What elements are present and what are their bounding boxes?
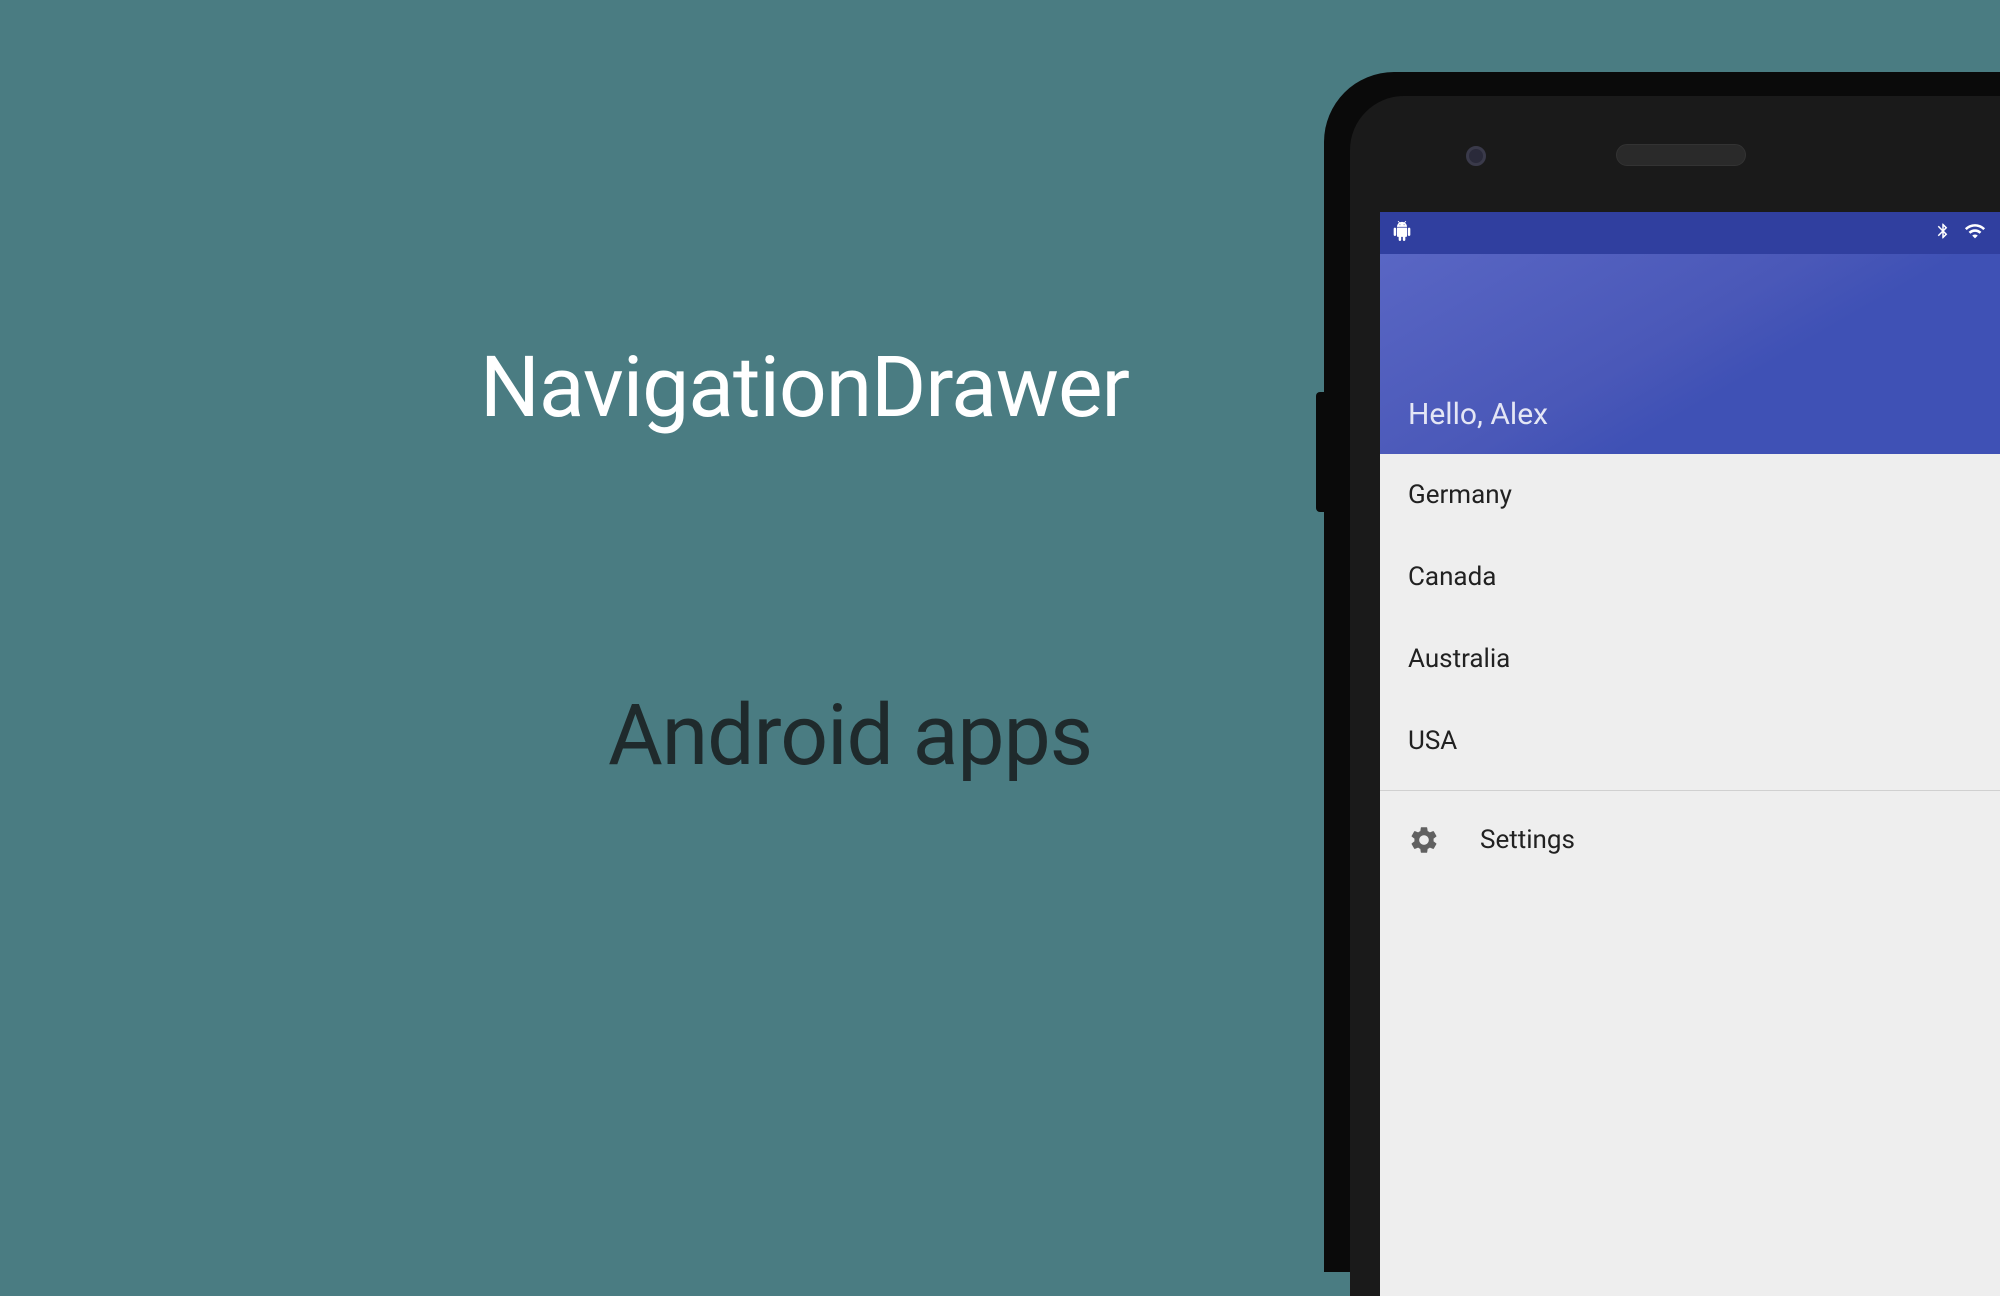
bluetooth-icon: [1934, 220, 1952, 246]
drawer-greeting: Hello, Alex: [1408, 397, 1548, 432]
drawer-item-australia[interactable]: Australia: [1380, 618, 2000, 700]
front-camera: [1466, 146, 1486, 166]
drawer-item-canada[interactable]: Canada: [1380, 536, 2000, 618]
page-subtitle: Android apps: [608, 686, 1092, 785]
drawer-item-settings[interactable]: Settings: [1380, 799, 2000, 881]
drawer-header: Hello, Alex: [1380, 254, 2000, 454]
status-bar: [1380, 212, 2000, 254]
power-button: [1316, 392, 1324, 512]
drawer-item-label: Germany: [1408, 480, 1512, 510]
drawer-item-label: Settings: [1480, 825, 1575, 855]
drawer-body: Germany Canada Australia USA Settings: [1380, 454, 2000, 881]
page-title: NavigationDrawer: [480, 338, 1129, 437]
android-debug-icon: [1392, 220, 1412, 246]
gear-icon: [1408, 824, 1480, 856]
drawer-item-label: Australia: [1408, 644, 1510, 674]
drawer-item-usa[interactable]: USA: [1380, 700, 2000, 782]
phone-screen: Hello, Alex Germany Canada Australia USA: [1380, 212, 2000, 1296]
drawer-item-label: Canada: [1408, 562, 1496, 592]
drawer-item-germany[interactable]: Germany: [1380, 454, 2000, 536]
wifi-icon: [1962, 220, 1988, 246]
phone-device-frame: Hello, Alex Germany Canada Australia USA: [1324, 72, 2000, 1272]
phone-inner-bezel: Hello, Alex Germany Canada Australia USA: [1350, 96, 2000, 1296]
drawer-item-label: USA: [1408, 726, 1457, 756]
earpiece-speaker: [1616, 144, 1746, 166]
divider: [1380, 790, 2000, 791]
